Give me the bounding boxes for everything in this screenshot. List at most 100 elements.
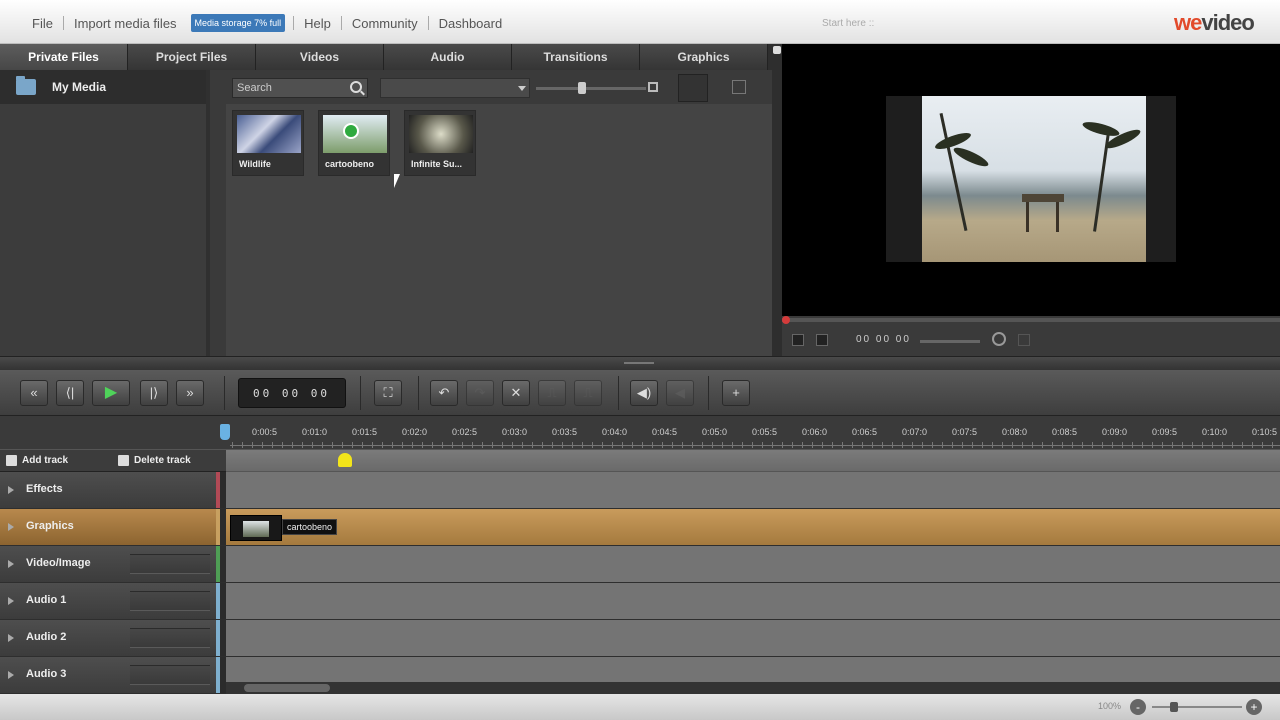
ruler-minor-tick	[842, 442, 843, 448]
grip-icon[interactable]	[624, 362, 654, 364]
track-label[interactable]: Audio 3	[0, 657, 216, 693]
expand-arrow-icon[interactable]	[8, 486, 14, 494]
tab-audio[interactable]: Audio	[384, 44, 512, 70]
tab-videos[interactable]: Videos	[256, 44, 384, 70]
menu-community[interactable]: Community	[344, 16, 426, 31]
preview-stop-button[interactable]	[816, 334, 828, 346]
expand-arrow-icon[interactable]	[8, 671, 14, 679]
timeline-marker-icon[interactable]	[338, 453, 352, 467]
grid-view-icon[interactable]	[648, 82, 658, 92]
zoom-slider[interactable]	[1152, 706, 1242, 708]
split-button[interactable]: ⎍	[538, 380, 566, 406]
timeline-track[interactable]: Audio 2	[0, 620, 1280, 657]
expand-arrow-icon[interactable]	[8, 597, 14, 605]
track-volume-control[interactable]	[130, 591, 210, 611]
previous-frame-button[interactable]: ⟨|	[56, 380, 84, 406]
timeline-track[interactable]: Audio 1	[0, 583, 1280, 620]
menu-help[interactable]: Help	[296, 16, 339, 31]
expand-arrow-icon[interactable]	[8, 523, 14, 531]
menu-import-media[interactable]: Import media files	[66, 16, 185, 31]
fast-forward-button[interactable]: »	[176, 380, 204, 406]
tab-project-files[interactable]: Project Files	[128, 44, 256, 70]
track-volume-control[interactable]	[130, 628, 210, 648]
timeline-scrollbar[interactable]	[226, 682, 1280, 694]
panel-splitter[interactable]	[0, 356, 1280, 370]
close-icon[interactable]	[773, 46, 781, 54]
expand-icon[interactable]	[1018, 334, 1030, 346]
logo-part-a: we	[1174, 10, 1202, 35]
view-mode-button[interactable]	[678, 74, 708, 102]
track-color-stripe	[216, 509, 220, 545]
chevron-down-icon[interactable]	[518, 86, 526, 91]
media-thumbnail[interactable]: Infinite Su...	[404, 110, 476, 176]
track-label[interactable]: Audio 1	[0, 583, 216, 619]
tab-private-files[interactable]: Private Files	[0, 44, 128, 70]
timeline-track[interactable]: Graphics cartoobeno	[0, 509, 1280, 546]
search-icon[interactable]	[350, 81, 362, 93]
timeline-clip[interactable]	[230, 515, 282, 541]
redo-button[interactable]: ↷	[466, 380, 494, 406]
timeline-marker-bar[interactable]	[226, 450, 1280, 472]
volume-button[interactable]: ◀)	[630, 380, 658, 406]
merge-button[interactable]: ⎍	[574, 380, 602, 406]
zoom-out-button[interactable]: -	[1130, 699, 1146, 715]
track-lane[interactable]	[226, 472, 1280, 508]
add-track-button[interactable]: Add track	[0, 455, 112, 466]
media-thumbnail[interactable]: Wildlife	[232, 110, 304, 176]
zoom-in-button[interactable]: +	[1246, 699, 1262, 715]
timeline-track[interactable]: Effects	[0, 472, 1280, 509]
track-volume-control[interactable]	[130, 554, 210, 574]
filter-dropdown[interactable]	[380, 78, 530, 98]
timeline-track[interactable]: Video/Image	[0, 546, 1280, 583]
track-lane[interactable]	[226, 583, 1280, 619]
sidebar-item-my-media[interactable]: My Media	[0, 70, 206, 104]
preview-progress-bar[interactable]	[782, 316, 1280, 324]
track-lane[interactable]	[226, 546, 1280, 582]
track-label[interactable]: Graphics	[0, 509, 216, 545]
track-lane[interactable]	[226, 620, 1280, 656]
fullscreen-icon[interactable]	[992, 332, 1006, 346]
delete-button[interactable]: ✕	[502, 380, 530, 406]
thumbnail-size-slider[interactable]	[536, 87, 646, 90]
tab-graphics[interactable]: Graphics	[640, 44, 768, 70]
track-label[interactable]: Audio 2	[0, 620, 216, 656]
next-frame-button[interactable]: |⟩	[140, 380, 168, 406]
play-button[interactable]: ▶	[92, 380, 130, 406]
zoom-slider-handle[interactable]	[1170, 702, 1178, 712]
undo-button[interactable]: ↶	[430, 380, 458, 406]
progress-handle[interactable]	[782, 316, 790, 324]
ruler-minor-tick	[602, 442, 603, 448]
tab-transitions[interactable]: Transitions	[512, 44, 640, 70]
track-label[interactable]: Video/Image	[0, 546, 216, 582]
preview-play-button[interactable]	[792, 334, 804, 346]
menu-file[interactable]: File	[24, 16, 61, 31]
ruler-tick-label: 0:05:0	[702, 427, 728, 437]
search-input[interactable]: Search	[232, 78, 368, 98]
track-volume-control[interactable]	[130, 665, 210, 685]
scrollbar-thumb[interactable]	[244, 684, 330, 692]
start-here-link[interactable]: Start here ::	[822, 18, 874, 29]
list-view-button[interactable]	[732, 80, 746, 94]
rewind-button[interactable]: «	[20, 380, 48, 406]
ruler-minor-tick	[312, 442, 313, 448]
ruler-minor-tick	[1172, 442, 1173, 448]
slider-handle[interactable]	[578, 82, 586, 94]
add-button[interactable]: +	[722, 380, 750, 406]
expand-arrow-icon[interactable]	[8, 634, 14, 642]
menu-dashboard[interactable]: Dashboard	[431, 16, 511, 31]
fit-to-screen-button[interactable]: ⛶	[374, 380, 402, 406]
track-label[interactable]: Effects	[0, 472, 216, 508]
playhead-marker[interactable]	[220, 424, 230, 440]
media-thumbnail[interactable]: cartoobeno	[318, 110, 390, 176]
track-name: Audio 1	[26, 594, 67, 606]
mute-button[interactable]: ◀	[666, 380, 694, 406]
expand-arrow-icon[interactable]	[8, 560, 14, 568]
wevideo-logo[interactable]: wevideo	[1174, 10, 1255, 36]
panel-collapse-handle[interactable]	[772, 44, 782, 356]
track-lane[interactable]	[226, 509, 1280, 545]
ruler-minor-tick	[1202, 442, 1203, 448]
delete-track-button[interactable]: Delete track	[112, 455, 191, 466]
timeline-ruler[interactable]: 0:00:5 0:01:0 0:01:5 0:02:0 0:02:5 0:03:0 0:03…	[0, 416, 1280, 450]
preview-volume-slider[interactable]	[920, 340, 980, 343]
storage-badge[interactable]: Media storage 7% full	[190, 14, 286, 32]
